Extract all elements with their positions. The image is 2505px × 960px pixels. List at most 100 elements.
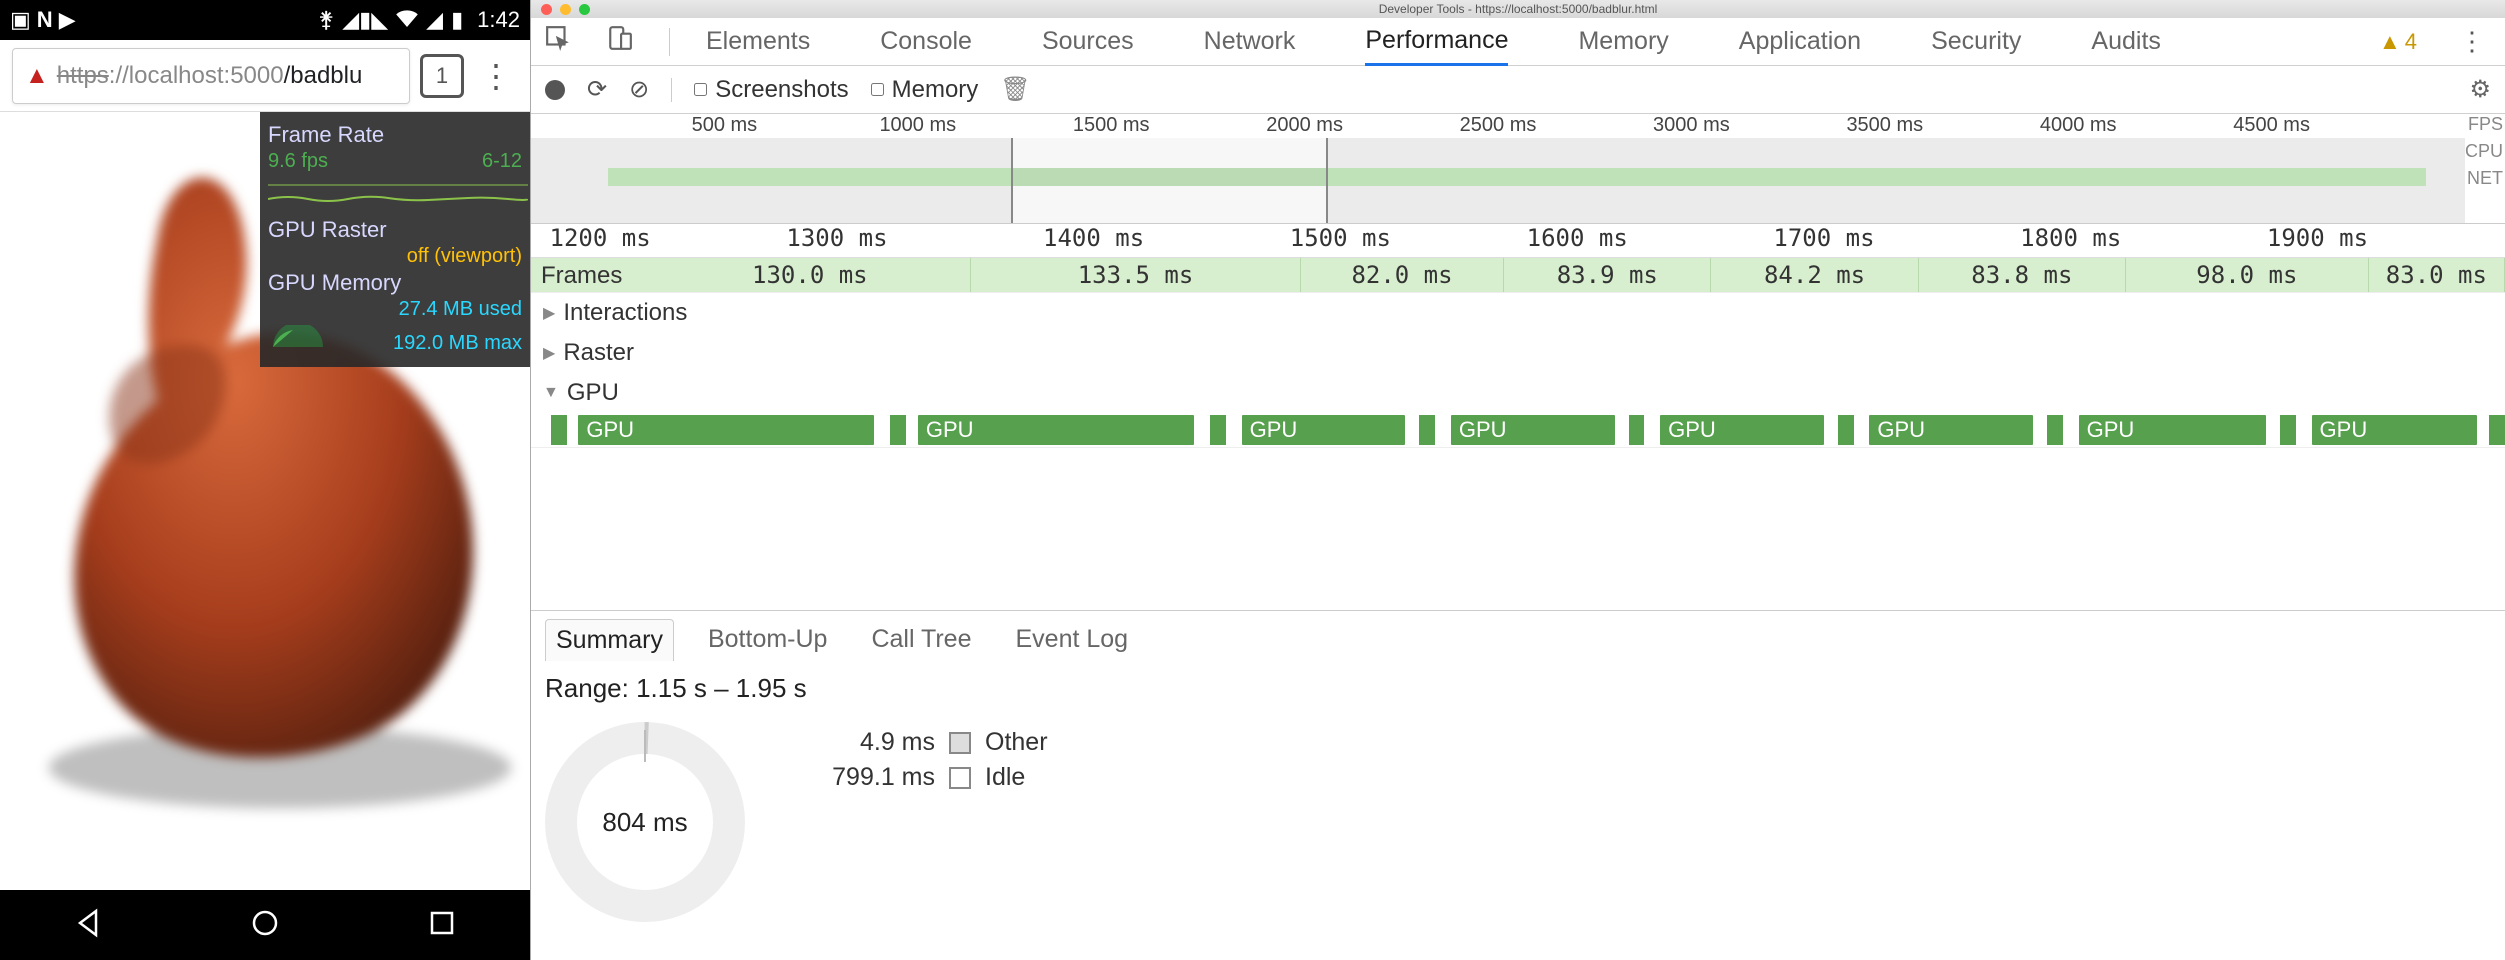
frame-cell[interactable]: 133.5 ms	[971, 258, 1301, 292]
window-min-icon[interactable]	[560, 4, 571, 15]
tab-network[interactable]: Network	[1204, 19, 1296, 64]
frame-cell[interactable]: 83.9 ms	[1504, 258, 1711, 292]
tab-console[interactable]: Console	[880, 19, 972, 64]
home-icon[interactable]	[249, 907, 281, 944]
summary-tab-bottom-up[interactable]: Bottom-Up	[698, 619, 837, 661]
gpu-block[interactable]: GPU	[1242, 415, 1406, 445]
tab-audits[interactable]: Audits	[2091, 19, 2160, 64]
android-statusbar: ▣ N ▶ ⚵ ◢▮◣ ◢ ▮ 1:42	[0, 0, 530, 40]
gpu-block[interactable]: GPU	[1869, 415, 2033, 445]
overview-fps-bar	[608, 168, 2426, 186]
chrome-urlbar: ▲ https ://localhost: 5000 /badblu 1 ⋮	[0, 40, 530, 112]
chrome-menu[interactable]: ⋮	[474, 57, 518, 95]
bluetooth-icon: ⚵	[318, 7, 334, 33]
overview-tick: 1000 ms	[879, 114, 956, 137]
window-max-icon[interactable]	[579, 4, 590, 15]
tab-application[interactable]: Application	[1739, 19, 1861, 64]
overview-tick: 1500 ms	[1073, 114, 1150, 137]
window-close-icon[interactable]	[541, 4, 552, 15]
frame-cell[interactable]: 83.8 ms	[1919, 258, 2126, 292]
gpu-sliver[interactable]	[1838, 415, 1854, 445]
hud-gm-used: 27.4 MB used	[399, 298, 522, 321]
main-timeline[interactable]: 1200 ms1300 ms1400 ms1500 ms1600 ms1700 …	[531, 224, 2505, 610]
tab-elements[interactable]: Elements	[706, 19, 810, 64]
interactions-row[interactable]: ▶Interactions	[531, 293, 2505, 333]
wifi-icon	[396, 7, 418, 33]
gear-icon[interactable]: ⚙	[2469, 75, 2491, 104]
gpu-sliver[interactable]	[1629, 415, 1645, 445]
gpu-sliver[interactable]	[2280, 415, 2296, 445]
timeline-tick: 1600 ms	[1527, 224, 1628, 252]
image-icon: ▣	[10, 7, 31, 33]
overview-timeline[interactable]: 500 ms1000 ms1500 ms2000 ms2500 ms3000 m…	[531, 114, 2505, 224]
device-icon[interactable]	[607, 25, 633, 58]
gpu-row-header[interactable]: ▼GPU	[531, 373, 2505, 413]
battery-icon: ▮	[451, 7, 463, 33]
clear-button[interactable]: ⊘	[629, 75, 649, 104]
summary-tab-call-tree[interactable]: Call Tree	[861, 619, 981, 661]
insecure-icon: ▲	[25, 62, 49, 90]
overview-tick: 500 ms	[692, 114, 758, 137]
gpu-sliver[interactable]	[2489, 415, 2505, 445]
frame-cell[interactable]: 84.2 ms	[1711, 258, 1918, 292]
overview-tick: 2000 ms	[1266, 114, 1343, 137]
url-scheme: https	[57, 62, 109, 90]
raster-row[interactable]: ▶Raster	[531, 333, 2505, 373]
overview-side-label: CPU	[2465, 141, 2503, 162]
gpu-block[interactable]: GPU	[2312, 415, 2478, 445]
inspect-icon[interactable]	[545, 25, 571, 58]
devtools-tabbar: Elements Console Sources Network Performance…	[531, 18, 2505, 66]
overview-tick: 4000 ms	[2040, 114, 2117, 137]
frame-cell[interactable]: 98.0 ms	[2126, 258, 2369, 292]
gpu-block[interactable]: GPU	[1660, 415, 1824, 445]
gpu-block[interactable]: GPU	[1451, 415, 1615, 445]
recent-icon[interactable]	[426, 907, 458, 944]
hud-gm-gauge	[268, 325, 328, 349]
timeline-tick: 1300 ms	[786, 224, 887, 252]
trash-icon[interactable]: 🗑	[1000, 75, 1030, 104]
summary-panel: Summary Bottom-Up Call Tree Event Log Range…	[531, 610, 2505, 960]
overview-tick: 3500 ms	[1846, 114, 1923, 137]
summary-tab-event-log[interactable]: Event Log	[1006, 619, 1139, 661]
tab-sources[interactable]: Sources	[1042, 19, 1134, 64]
back-icon[interactable]	[72, 907, 104, 944]
window-title: Developer Tools - https://localhost:5000…	[1379, 2, 1658, 16]
gpu-sliver[interactable]	[2047, 415, 2063, 445]
memory-toggle[interactable]: Memory	[871, 76, 979, 104]
frames-track[interactable]: Frames 130.0 ms133.5 ms82.0 ms83.9 ms84.…	[531, 258, 2505, 292]
gpu-sliver[interactable]	[551, 415, 567, 445]
timeline-tick: 1800 ms	[2020, 224, 2121, 252]
devtools-menu[interactable]: ⋮	[2453, 26, 2491, 57]
tab-memory[interactable]: Memory	[1578, 19, 1668, 64]
reload-button[interactable]: ⟳	[587, 75, 607, 104]
frame-cell[interactable]: 83.0 ms	[2369, 258, 2505, 292]
frame-cell[interactable]: 130.0 ms	[649, 258, 971, 292]
perf-hud: Frame Rate 9.6 fps 6-12 GPU Raster off (…	[260, 112, 530, 367]
frame-cell[interactable]: 82.0 ms	[1301, 258, 1504, 292]
perf-controlbar: ⟳ ⊘ Screenshots Memory 🗑 ⚙	[531, 66, 2505, 114]
n-icon: N	[37, 7, 53, 33]
screenshots-toggle[interactable]: Screenshots	[694, 76, 848, 104]
summary-tab-summary[interactable]: Summary	[545, 619, 674, 661]
gpu-sliver[interactable]	[1210, 415, 1226, 445]
summary-legend: 4.9 msOther 799.1 msIdle	[805, 722, 1048, 798]
gpu-block[interactable]: GPU	[2079, 415, 2267, 445]
tab-switcher[interactable]: 1	[420, 54, 464, 98]
gpu-block[interactable]: GPU	[578, 415, 874, 445]
gpu-track[interactable]: GPU GPU GPU GPU GPU GPU GPU GPU	[531, 413, 2505, 447]
gpu-sliver[interactable]	[890, 415, 906, 445]
warnings-badge[interactable]: ▲ 4	[2379, 29, 2417, 55]
url-sep: ://localhost:	[109, 62, 230, 90]
legend-row: 4.9 msOther	[805, 728, 1048, 757]
gpu-sliver[interactable]	[1419, 415, 1435, 445]
record-button[interactable]	[545, 80, 565, 100]
range-label: Range: 1.15 s – 1.95 s	[545, 673, 2491, 704]
gpu-block[interactable]: GPU	[918, 415, 1194, 445]
legend-row: 799.1 msIdle	[805, 763, 1048, 792]
tab-security[interactable]: Security	[1931, 19, 2021, 64]
hud-gr-title: GPU Raster	[268, 217, 522, 243]
omnibox[interactable]: ▲ https ://localhost: 5000 /badblu	[12, 48, 410, 104]
tab-performance[interactable]: Performance	[1365, 18, 1508, 66]
window-titlebar: Developer Tools - https://localhost:5000…	[531, 0, 2505, 18]
overview-selection[interactable]	[1011, 138, 1328, 223]
